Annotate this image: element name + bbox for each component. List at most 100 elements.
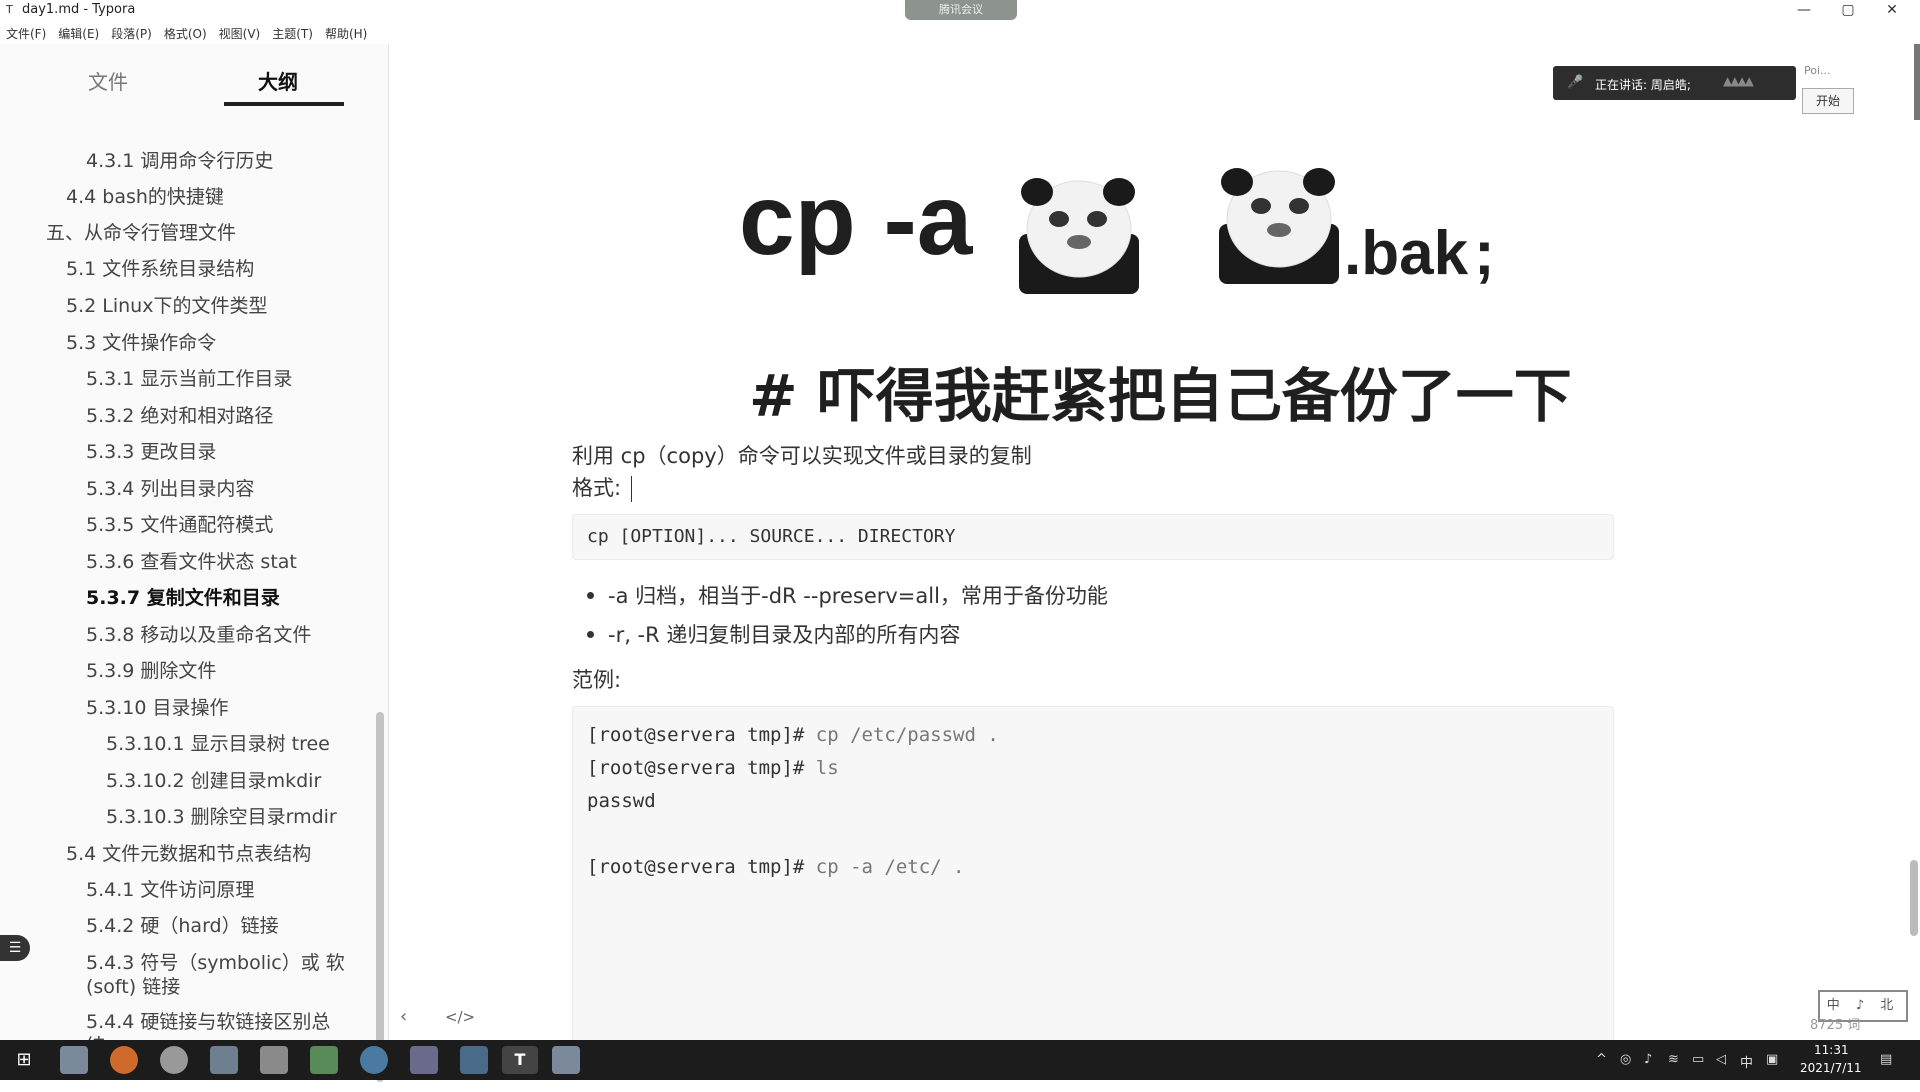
outline-item[interactable]: 5.3.4 列出目录内容 — [86, 476, 254, 502]
outline-item[interactable]: 5.3.10 目录操作 — [86, 695, 228, 721]
tab-outline[interactable]: 大纲 — [258, 66, 298, 95]
code-command: ls — [804, 757, 839, 779]
code-line: passwd — [587, 785, 999, 818]
outline-item[interactable]: 5.4.1 文件访问原理 — [86, 877, 254, 903]
bullet-dot — [587, 591, 594, 599]
menu-paragraph[interactable]: 段落(P) — [105, 22, 158, 42]
start-button[interactable]: 开始 — [1802, 88, 1854, 114]
code-command: cp -a /etc/ . — [804, 856, 965, 878]
notification-icon[interactable]: ▤ — [1880, 1052, 1892, 1092]
poi-label: Poi... — [1804, 64, 1831, 77]
text-cursor — [631, 476, 633, 502]
outline-item[interactable]: 5.4.4 硬链接与软链接区别总 — [86, 1009, 330, 1035]
title-bar: T day1.md - Typora 腾讯会议 — ▢ ✕ — [0, 0, 1920, 22]
active-tab-indicator — [224, 102, 344, 106]
syntax-code-block[interactable]: cp [OPTION]... SOURCE... DIRECTORY — [572, 514, 1614, 560]
tray-mic-icon[interactable]: ♪ — [1644, 1052, 1652, 1092]
menu-format[interactable]: 格式(O) — [158, 22, 213, 42]
vm-app-icon[interactable] — [410, 1046, 438, 1074]
tray-chevron-icon[interactable]: ^ — [1596, 1052, 1607, 1092]
tray-battery-icon[interactable]: ▭ — [1692, 1052, 1704, 1092]
terminal-icon[interactable] — [260, 1046, 288, 1074]
source-code-icon[interactable]: </> — [445, 1008, 475, 1026]
meeting-taskbar-icon[interactable] — [552, 1046, 580, 1074]
outline-item[interactable]: 5.3 文件操作命令 — [66, 330, 216, 356]
tray-wifi-icon[interactable]: ≋ — [1668, 1052, 1679, 1092]
example-code: [root@servera tmp]# cp /etc/passwd . [roo… — [587, 719, 999, 884]
example-code-block[interactable]: [root@servera tmp]# cp /etc/passwd . [roo… — [572, 706, 1614, 1048]
bullet-text: -r, -R 递归复制目录及内部的所有内容 — [608, 623, 961, 647]
notes-app-icon[interactable] — [310, 1046, 338, 1074]
outline-toggle-icon[interactable]: ☰ — [0, 935, 30, 961]
outline-item[interactable]: 5.3.10.3 删除空目录rmdir — [106, 804, 337, 830]
outline-item[interactable]: 5.1 文件系统目录结构 — [66, 256, 254, 282]
minimize-button[interactable]: — — [1784, 0, 1824, 20]
tray-network-icon[interactable]: ◎ — [1620, 1052, 1631, 1092]
chevron-left-icon[interactable]: ‹ — [400, 1006, 407, 1027]
right-edge-bar — [1914, 44, 1920, 120]
menu-view[interactable]: 视图(V) — [213, 22, 267, 42]
editor-scrollbar[interactable] — [1910, 860, 1918, 936]
menu-help[interactable]: 帮助(H) — [319, 22, 373, 42]
code-line: [root@servera tmp]# ls — [587, 752, 999, 785]
meme-semicolon-text: ; — [1474, 219, 1495, 288]
outline-item[interactable]: 5.3.1 显示当前工作目录 — [86, 366, 292, 392]
window-title: day1.md - Typora — [22, 2, 136, 17]
tray-ime-lang[interactable]: 中 — [1740, 1052, 1753, 1092]
panda-face-icon — [1019, 178, 1139, 294]
outline-item[interactable]: 五、从命令行管理文件 — [46, 220, 236, 246]
clock-time[interactable]: 11:31 — [1814, 1043, 1849, 1057]
tab-files[interactable]: 文件 — [88, 66, 128, 95]
outline-item[interactable]: 5.3.10.1 显示目录树 tree — [106, 731, 330, 757]
clock-date[interactable]: 2021/7/11 — [1800, 1061, 1862, 1075]
close-button[interactable]: ✕ — [1872, 0, 1912, 20]
taskbar-app-icon[interactable] — [60, 1046, 88, 1074]
sidebar: 文件 大纲 4.3.1 调用命令行历史 4.4 bash的快捷键五、从命令行管理文… — [0, 44, 389, 1082]
tray-volume-icon[interactable]: ◁ — [1716, 1052, 1726, 1092]
meeting-indicator[interactable]: 腾讯会议 — [905, 0, 1017, 20]
bullet-item: -a 归档，相当于-dR --preserv=all，常用于备份功能 — [587, 580, 1108, 610]
firefox-icon[interactable] — [110, 1046, 138, 1074]
file-explorer-icon[interactable] — [210, 1046, 238, 1074]
outline-item[interactable]: 5.3.8 移动以及重命名文件 — [86, 622, 311, 648]
chrome-icon[interactable] — [160, 1046, 188, 1074]
menu-file[interactable]: 文件(F) — [0, 22, 52, 42]
bullet-item: -r, -R 递归复制目录及内部的所有内容 — [587, 619, 960, 649]
outline-item[interactable]: 5.3.10.2 创建目录mkdir — [106, 768, 321, 794]
outline-item[interactable]: 5.4 文件元数据和节点表结构 — [66, 841, 311, 867]
menu-theme[interactable]: 主题(T) — [266, 22, 319, 42]
code-line: [root@servera tmp]# cp /etc/passwd . — [587, 719, 999, 752]
maximize-button[interactable]: ▢ — [1828, 0, 1868, 20]
outline-item[interactable]: 5.4.3 符号（symbolic）或 软 — [86, 950, 345, 976]
outline-item[interactable]: 4.4 bash的快捷键 — [66, 184, 224, 210]
code-prompt: passwd — [587, 790, 656, 812]
code-prompt: [root@servera tmp]# — [587, 757, 805, 779]
menu-bar: 文件(F) 编辑(E) 段落(P) 格式(O) 视图(V) 主题(T) 帮助(H… — [0, 22, 373, 42]
sidebar-bottom-controls: ‹ </> — [400, 1006, 475, 1027]
word-count[interactable]: 8725 词 — [1810, 1014, 1860, 1033]
bullet-dot — [587, 630, 594, 638]
windows-start-icon[interactable]: ⊞ — [10, 1046, 38, 1074]
microphone-icon: 🎤 — [1567, 75, 1584, 90]
network-app-icon[interactable] — [360, 1046, 388, 1074]
outline-item[interactable]: 5.3.6 查看文件状态 stat — [86, 549, 297, 575]
syntax-code: cp [OPTION]... SOURCE... DIRECTORY — [587, 526, 956, 547]
outline-item[interactable]: 5.3.2 绝对和相对路径 — [86, 403, 273, 429]
sidebar-scrollbar[interactable] — [376, 712, 384, 1082]
outline-item[interactable]: (soft) 链接 — [86, 974, 180, 1000]
outline-item[interactable]: 4.3.1 调用命令行历史 — [86, 148, 273, 174]
outline-item[interactable]: 5.3.9 删除文件 — [86, 658, 216, 684]
typora-taskbar-icon[interactable]: T — [502, 1046, 538, 1074]
tray-app-icon[interactable]: ▣ — [1766, 1052, 1778, 1092]
menu-edit[interactable]: 编辑(E) — [52, 22, 105, 42]
editor[interactable]: cp -a .bak ; # 吓得我赶紧把自己备份了一下 利用 cp（copy）… — [389, 44, 1920, 1048]
outline-item[interactable]: 5.2 Linux下的文件类型 — [66, 293, 267, 319]
outline-item[interactable]: 5.3.5 文件通配符模式 — [86, 512, 273, 538]
outline-item[interactable]: 5.4.2 硬（hard）链接 — [86, 913, 279, 939]
outline-item[interactable]: 5.3.3 更改目录 — [86, 439, 216, 465]
bullet-text: -a 归档，相当于-dR --preserv=all，常用于备份功能 — [608, 584, 1108, 608]
photos-icon[interactable] — [460, 1046, 488, 1074]
outline-item[interactable]: 5.3.7 复制文件和目录 — [86, 585, 280, 611]
panda-face-icon-2 — [1219, 168, 1339, 284]
